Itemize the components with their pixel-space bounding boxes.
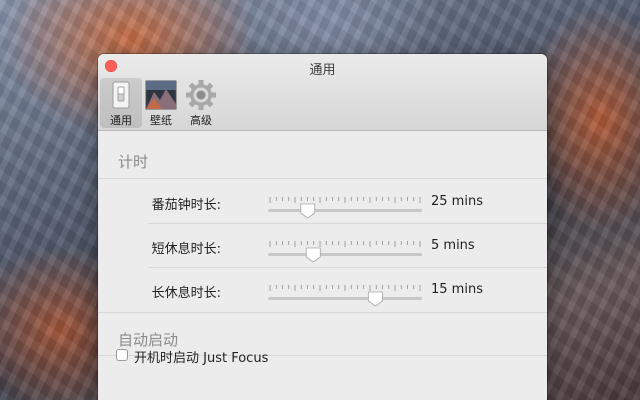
slider-track <box>268 253 422 256</box>
preferences-window: 通用 通用 壁纸 高级 计时 番茄钟时长: 25 mins 短休息时长: 5 m… <box>98 54 547 400</box>
pomodoro-duration-slider[interactable] <box>268 194 422 220</box>
divider <box>98 178 547 179</box>
slider-graphic <box>268 285 422 307</box>
slider-graphic <box>268 197 422 219</box>
slider-knob <box>367 291 383 307</box>
slider-knob <box>300 203 316 219</box>
slider-track <box>268 209 422 212</box>
long-break-duration-slider[interactable] <box>268 282 422 308</box>
toggle-switch-icon <box>112 81 130 109</box>
tab-general[interactable]: 通用 <box>100 78 142 128</box>
divider <box>98 312 547 313</box>
window-toolbar: 通用 通用 壁纸 高级 <box>98 54 547 131</box>
general-pane: 计时 番茄钟时长: 25 mins 短休息时长: 5 mins 长休息时长: 1… <box>98 131 547 400</box>
launch-at-login-label: 开机时启动 Just Focus <box>134 351 269 366</box>
slider-knob <box>305 247 321 263</box>
window-title: 通用 <box>309 63 336 78</box>
pomodoro-duration-value: 25 mins <box>431 194 483 209</box>
tab-general-label: 通用 <box>110 114 132 127</box>
short-break-duration-label: 短休息时长: <box>151 242 221 257</box>
section-title-timer: 计时 <box>118 153 149 171</box>
launch-at-login-checkbox[interactable] <box>116 349 128 361</box>
tab-wallpaper-label: 壁纸 <box>150 114 172 127</box>
divider <box>148 223 547 224</box>
short-break-duration-value: 5 mins <box>431 238 475 253</box>
short-break-duration-slider[interactable] <box>268 238 422 264</box>
tab-advanced[interactable]: 高级 <box>180 78 222 128</box>
long-break-duration-label: 长休息时长: <box>151 286 221 301</box>
tab-advanced-label: 高级 <box>190 114 212 127</box>
tab-wallpaper[interactable]: 壁纸 <box>140 78 182 128</box>
pomodoro-duration-label: 番茄钟时长: <box>151 198 221 213</box>
landscape-thumbnail-icon <box>145 80 177 110</box>
long-break-duration-value: 15 mins <box>431 282 483 297</box>
divider <box>148 267 547 268</box>
slider-track <box>268 297 422 300</box>
gear-icon <box>186 80 216 110</box>
slider-graphic <box>268 241 422 263</box>
